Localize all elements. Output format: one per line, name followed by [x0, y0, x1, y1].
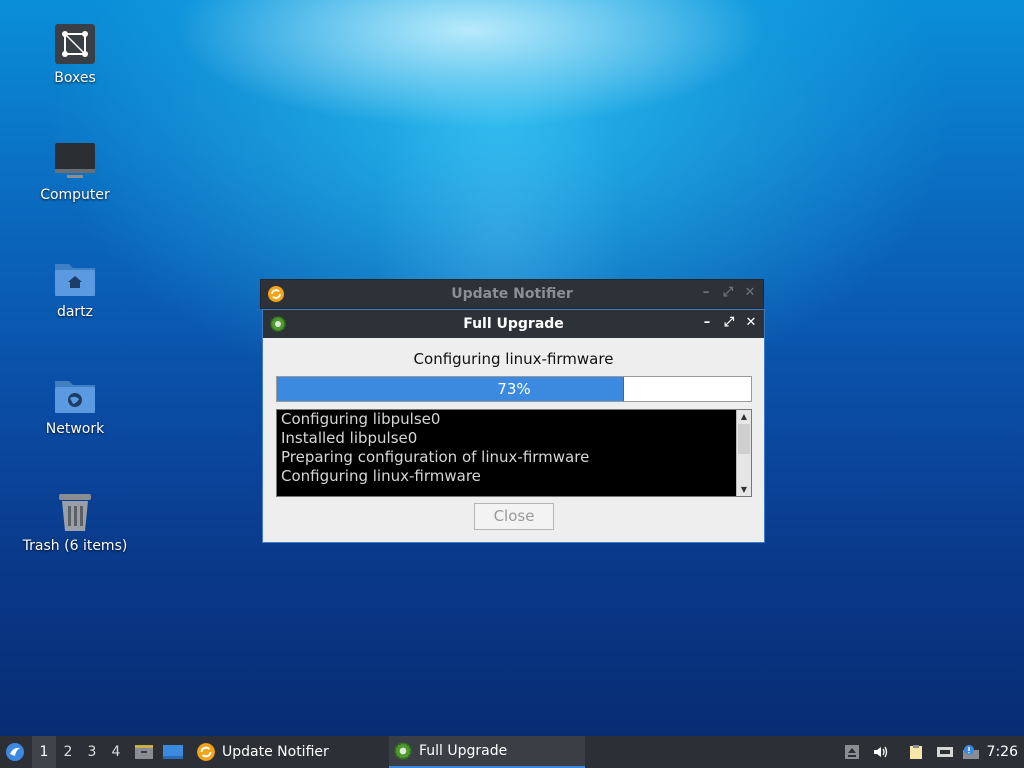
desktop-icon-network[interactable]: Network — [20, 373, 130, 437]
trash-icon — [53, 490, 97, 534]
status-text: Configuring linux-firmware — [413, 350, 614, 368]
start-menu-button[interactable] — [0, 736, 30, 768]
workspace-3[interactable]: 3 — [80, 736, 104, 768]
update-notification-icon[interactable] — [962, 744, 979, 760]
update-notifier-window[interactable]: Update Notifier – ⤢ ✕ — [260, 279, 764, 309]
task-update-notifier[interactable]: Update Notifier — [192, 736, 388, 768]
scroll-down-icon[interactable]: ▼ — [737, 483, 751, 496]
log-line: Preparing configuration of linux-firmwar… — [281, 448, 590, 466]
progress-bar: 73% — [276, 376, 752, 402]
log-scrollbar[interactable]: ▲ ▼ — [736, 410, 751, 496]
maximize-icon[interactable]: ⤢ — [722, 316, 736, 330]
workspace-2[interactable]: 2 — [56, 736, 80, 768]
close-icon[interactable]: ✕ — [743, 286, 757, 300]
lxqt-logo-icon — [6, 743, 24, 761]
maximize-icon[interactable]: ⤢ — [721, 286, 735, 300]
desktop-icon-label: dartz — [56, 304, 94, 320]
scroll-up-icon[interactable]: ▲ — [737, 410, 751, 423]
home-folder-icon — [53, 256, 97, 300]
log-output[interactable]: Configuring libpulse0 Installed libpulse… — [276, 409, 752, 497]
volume-icon[interactable] — [872, 744, 888, 760]
minimize-icon[interactable]: – — [700, 316, 714, 330]
update-notifier-icon — [197, 743, 215, 761]
log-line: Configuring linux-firmware — [281, 467, 481, 485]
desktop-icon-label: Network — [45, 421, 105, 437]
full-upgrade-titlebar[interactable]: Full Upgrade – ⤢ ✕ — [263, 310, 764, 338]
network-folder-icon — [53, 373, 97, 417]
show-desktop-icon — [163, 745, 183, 759]
window-title: Update Notifier — [451, 286, 573, 302]
desktop-icon-label: Boxes — [54, 70, 96, 86]
scrollbar-thumb[interactable] — [738, 424, 750, 454]
progress-label: 73% — [497, 380, 531, 398]
task-label: Full Upgrade — [419, 743, 508, 759]
desktop-icon-label: Computer — [40, 187, 110, 203]
task-full-upgrade[interactable]: Full Upgrade — [389, 736, 585, 768]
window-title: Full Upgrade — [463, 316, 564, 332]
workspace-4[interactable]: 4 — [104, 736, 128, 768]
desktop-icon-computer[interactable]: Computer — [20, 139, 130, 203]
update-notifier-titlebar[interactable]: Update Notifier – ⤢ ✕ — [261, 280, 763, 308]
gear-icon — [394, 742, 412, 760]
show-desktop-launcher[interactable] — [162, 736, 184, 768]
log-line: Installed libpulse0 — [281, 429, 418, 447]
minimize-icon[interactable]: – — [699, 286, 713, 300]
log-line: Configuring libpulse0 — [281, 410, 441, 428]
desktop-icon-boxes[interactable]: Boxes — [20, 22, 130, 86]
eject-icon[interactable] — [844, 744, 860, 760]
file-manager-icon — [135, 745, 153, 759]
desktop-icon-dartz[interactable]: dartz — [20, 256, 130, 320]
network-icon[interactable] — [936, 744, 953, 760]
clipboard-icon[interactable] — [908, 744, 924, 760]
file-manager-launcher[interactable] — [134, 736, 154, 768]
close-icon[interactable]: ✕ — [744, 316, 758, 330]
close-button[interactable]: Close — [474, 503, 554, 530]
taskbar: 1 2 3 4 Update Notifier Full Upgrade 7:2… — [0, 736, 1024, 768]
desktop-icon-label: Trash (6 items) — [22, 538, 128, 554]
computer-icon — [53, 139, 97, 183]
clock[interactable]: 7:26 — [987, 736, 1018, 768]
desktop-icon-trash[interactable]: Trash (6 items) — [20, 490, 130, 554]
full-upgrade-window[interactable]: Full Upgrade – ⤢ ✕ Configuring linux-fir… — [262, 309, 765, 543]
boxes-icon — [53, 22, 97, 66]
workspace-1[interactable]: 1 — [32, 736, 56, 768]
task-label: Update Notifier — [222, 744, 329, 760]
